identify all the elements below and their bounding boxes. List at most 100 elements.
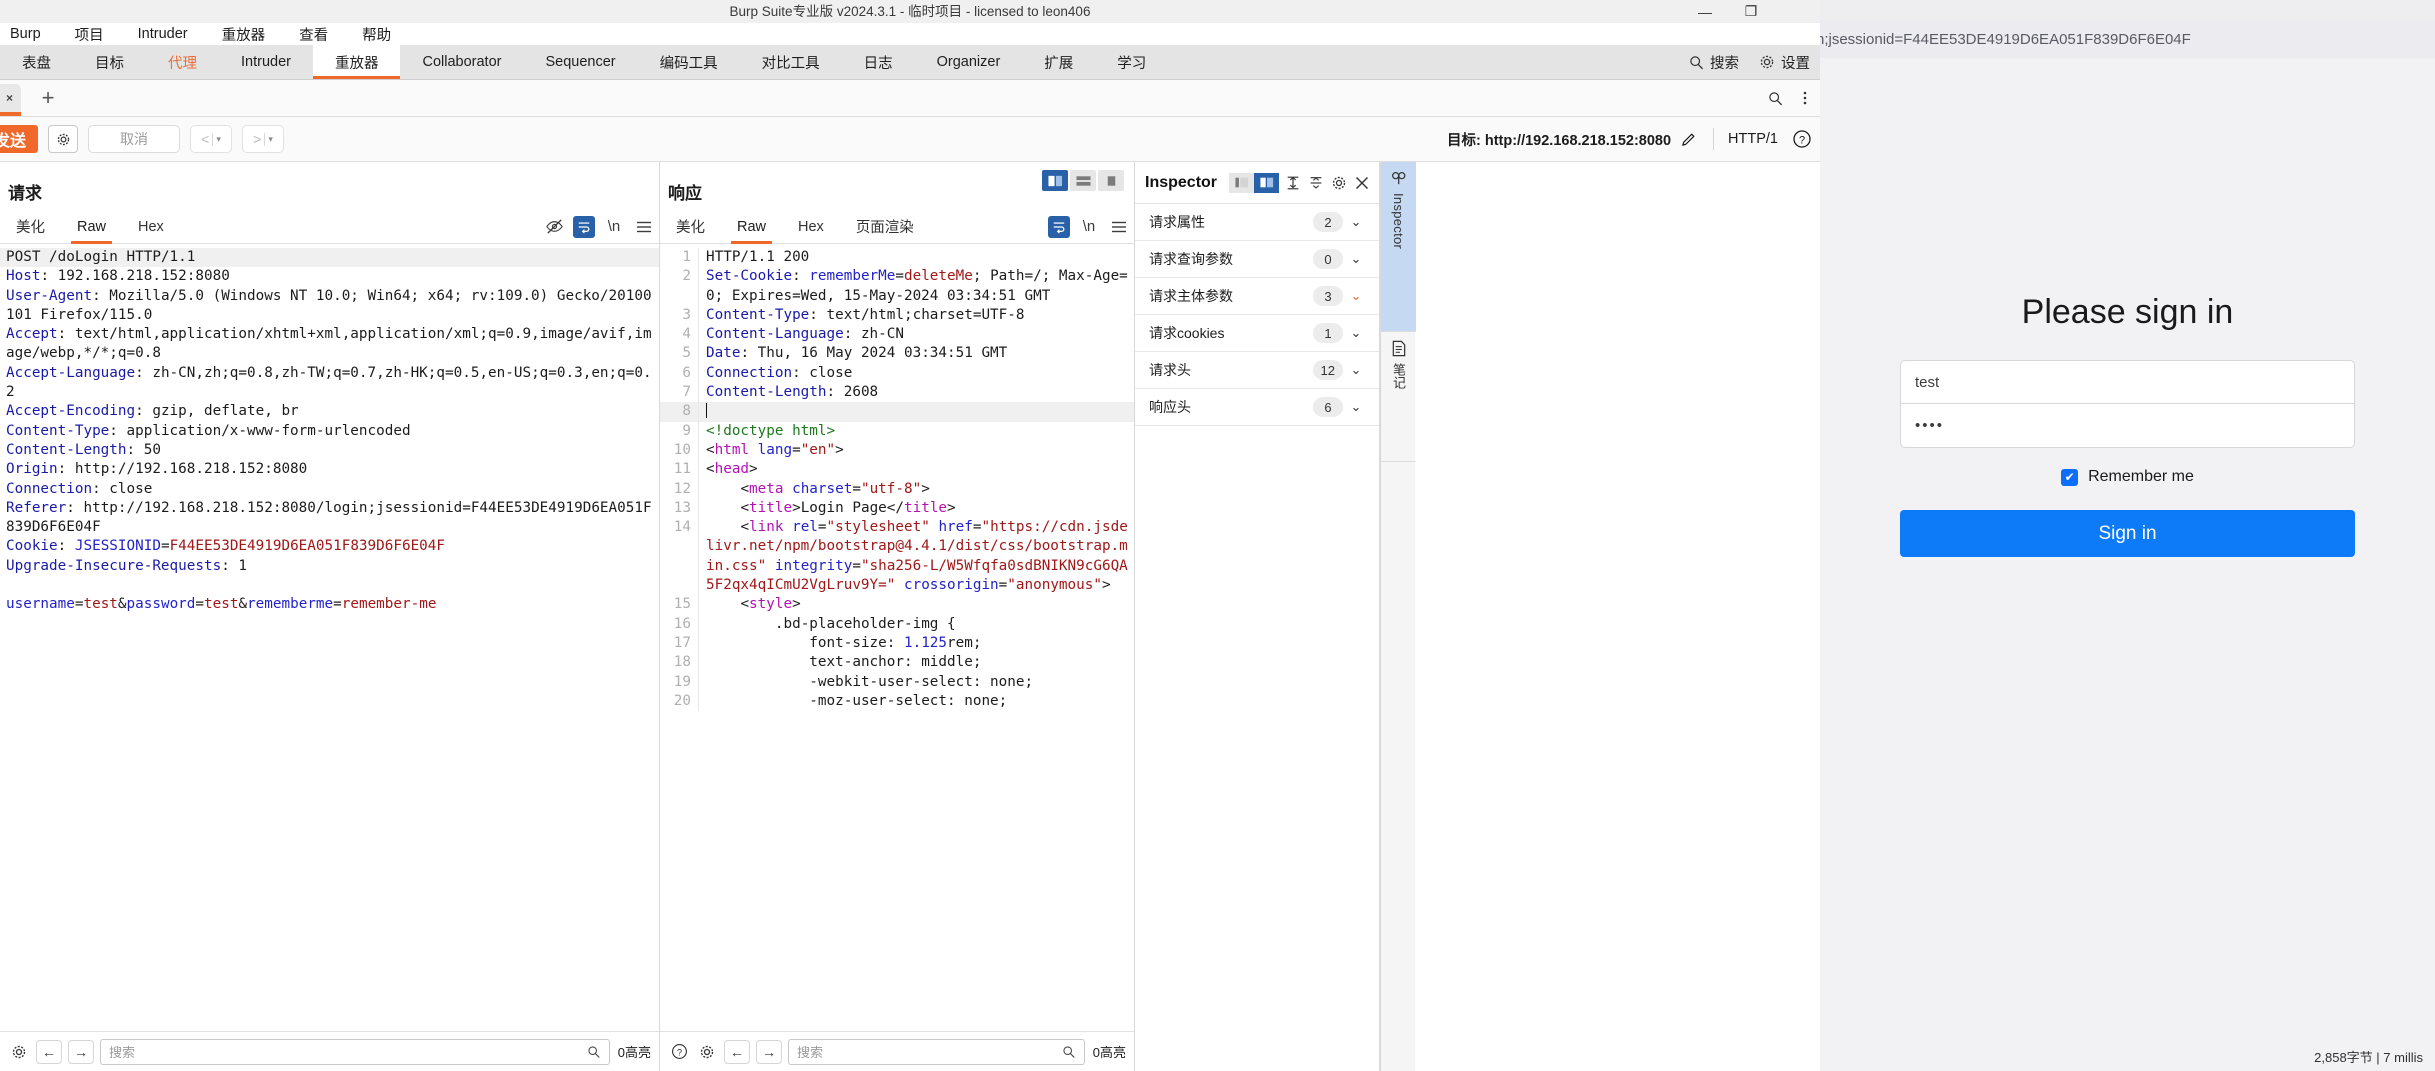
request-tab-raw[interactable]: Raw — [61, 210, 122, 244]
rail-item-notes[interactable]: 笔记 — [1381, 332, 1416, 462]
rail-item-inspector[interactable]: Inspector — [1381, 162, 1416, 332]
word-wrap-icon[interactable] — [573, 215, 595, 238]
collapse-all-icon[interactable] — [1306, 171, 1325, 195]
layout-vertical-split-button[interactable] — [1042, 170, 1068, 191]
browser-chrome-top — [1820, 0, 2435, 20]
tab-overflow-icon[interactable] — [1790, 83, 1820, 113]
inspector-close-icon[interactable] — [1352, 171, 1371, 195]
layout-horizontal-split-button[interactable] — [1070, 170, 1096, 191]
hamburger-menu-icon[interactable] — [1104, 210, 1134, 244]
tab-proxy[interactable]: 代理 — [146, 45, 219, 79]
browser-url-bar[interactable]: n;jsessionid=F44EE53DE4919D6EA051F839D6F… — [1820, 20, 2435, 58]
history-forward-button[interactable]: > ▾ — [242, 125, 285, 153]
repeater-tab-1[interactable]: × — [0, 84, 22, 116]
menu-item-repeater[interactable]: 重放器 — [222, 24, 266, 45]
request-editor[interactable]: POST /doLogin HTTP/1.1 Host: 192.168.218.… — [0, 244, 659, 1031]
tab-repeater[interactable]: 重放器 — [312, 45, 401, 79]
tab-sequencer[interactable]: Sequencer — [523, 45, 637, 79]
inspector-row-body-parameters[interactable]: 请求主体参数 3 ⌄ — [1135, 278, 1379, 315]
menu-item-burp[interactable]: Burp — [10, 26, 41, 42]
response-tab-raw[interactable]: Raw — [721, 210, 782, 244]
request-code-line: Connection: close — [0, 480, 659, 499]
remember-me-checkbox[interactable]: ✔ — [2061, 468, 2079, 486]
inspector-dock-left-button[interactable] — [1229, 172, 1255, 193]
history-back-button[interactable]: < ▾ — [190, 125, 233, 153]
inspector-row-response-headers[interactable]: 响应头 6 ⌄ — [1135, 389, 1379, 426]
tab-comparer[interactable]: 对比工具 — [740, 45, 842, 79]
add-tab-button[interactable]: + — [31, 83, 65, 113]
http-version-selector[interactable]: HTTP/1 — [1722, 131, 1784, 147]
code-segment: JSESSIONID — [74, 538, 161, 555]
request-search-input[interactable]: 搜索 — [100, 1038, 610, 1065]
cancel-button[interactable]: 取消 — [88, 125, 181, 153]
chevron-down-icon[interactable]: ⌄ — [1343, 362, 1369, 378]
sign-in-button[interactable]: Sign in — [1900, 510, 2355, 557]
response-search-prev-button[interactable]: ← — [724, 1039, 750, 1064]
tab-decoder[interactable]: 编码工具 — [638, 45, 740, 79]
chevron-down-icon[interactable]: ⌄ — [1343, 214, 1369, 230]
chevron-down-icon[interactable]: ⌄ — [1343, 251, 1369, 267]
global-search-button[interactable]: 搜索 — [1679, 45, 1749, 79]
menu-item-view[interactable]: 查看 — [299, 24, 328, 45]
response-search-input[interactable]: 搜索 — [788, 1038, 1085, 1065]
chevron-down-icon[interactable]: ⌄ — [1343, 288, 1369, 304]
tab-collaborator[interactable]: Collaborator — [400, 45, 523, 79]
code-segment: & — [117, 596, 127, 613]
newline-icon[interactable]: \n — [599, 210, 629, 244]
password-field[interactable]: •••• — [1900, 404, 2355, 448]
close-icon[interactable]: × — [6, 91, 13, 105]
tab-extensions[interactable]: 扩展 — [1022, 45, 1095, 79]
send-settings-button[interactable] — [48, 125, 79, 153]
inspector-settings-icon[interactable] — [1329, 171, 1348, 195]
request-tab-pretty[interactable]: 美化 — [0, 210, 61, 244]
request-footer-settings-icon[interactable] — [8, 1041, 30, 1063]
newline-icon[interactable]: \n — [1074, 210, 1104, 244]
line-text: <title>Login Page</title> — [698, 498, 1134, 519]
help-button[interactable]: ? — [1784, 129, 1820, 149]
inspector-dock-right-button[interactable] — [1254, 172, 1280, 193]
layout-tabbed-button[interactable] — [1098, 170, 1124, 191]
inspector-row-request-headers[interactable]: 请求头 12 ⌄ — [1135, 352, 1379, 389]
response-editor[interactable]: 1 HTTP/1.1 200 2 Set-Cookie: rememberMe=del… — [660, 244, 1134, 1031]
hide-icon[interactable] — [539, 210, 569, 244]
tab-learn[interactable]: 学习 — [1095, 45, 1168, 79]
chevron-down-icon[interactable]: ⌄ — [1343, 399, 1369, 415]
response-search-next-button[interactable]: → — [756, 1039, 782, 1064]
response-footer-help-icon[interactable]: ? — [668, 1041, 690, 1063]
minimize-button[interactable]: — — [1682, 0, 1728, 23]
tab-intruder[interactable]: Intruder — [219, 45, 313, 79]
inspector-row-request-cookies[interactable]: 请求cookies 1 ⌄ — [1135, 315, 1379, 352]
request-search-prev-button[interactable]: ← — [36, 1039, 62, 1064]
send-button[interactable]: 发送 — [0, 125, 39, 153]
word-wrap-icon[interactable] — [1048, 215, 1070, 238]
hamburger-menu-icon[interactable] — [629, 210, 659, 244]
code-segment: Connection — [706, 364, 793, 381]
maximize-button[interactable]: ❐ — [1728, 0, 1774, 23]
remember-me-row[interactable]: ✔ Remember me — [1900, 468, 2355, 486]
code-segment: Content-Length — [6, 441, 127, 458]
chevron-down-icon[interactable]: ⌄ — [1343, 325, 1369, 341]
tab-search-icon[interactable] — [1760, 83, 1790, 113]
expand-all-icon[interactable] — [1283, 171, 1302, 195]
tab-logger[interactable]: 日志 — [842, 45, 915, 79]
tab-target[interactable]: 目标 — [73, 45, 146, 79]
tab-dashboard[interactable]: 表盘 — [0, 45, 73, 79]
username-field[interactable]: test — [1900, 360, 2355, 404]
menu-item-project[interactable]: 项目 — [75, 24, 104, 45]
tab-organizer[interactable]: Organizer — [915, 45, 1023, 79]
response-footer-settings-icon[interactable] — [696, 1041, 718, 1063]
edit-target-button[interactable] — [1671, 130, 1705, 149]
request-footer: ← → 搜索 0高亮 — [0, 1031, 659, 1071]
line-text: Set-Cookie: rememberMe=deleteMe; Path=/;… — [698, 267, 1134, 306]
menu-item-help[interactable]: 帮助 — [362, 24, 391, 45]
response-tab-render[interactable]: 页面渲染 — [840, 210, 930, 244]
request-tab-hex[interactable]: Hex — [122, 210, 180, 244]
menu-item-intruder[interactable]: Intruder — [138, 26, 188, 42]
inspector-row-request-attributes[interactable]: 请求属性 2 ⌄ — [1135, 204, 1379, 241]
request-search-next-button[interactable]: → — [68, 1039, 94, 1064]
settings-button[interactable]: 设置 — [1749, 45, 1820, 79]
inspector-row-query-parameters[interactable]: 请求查询参数 0 ⌄ — [1135, 241, 1379, 278]
browser-url-text: n;jsessionid=F44EE53DE4919D6EA051F839D6F… — [1820, 30, 2191, 48]
response-tab-hex[interactable]: Hex — [782, 210, 840, 244]
response-tab-pretty[interactable]: 美化 — [660, 210, 721, 244]
